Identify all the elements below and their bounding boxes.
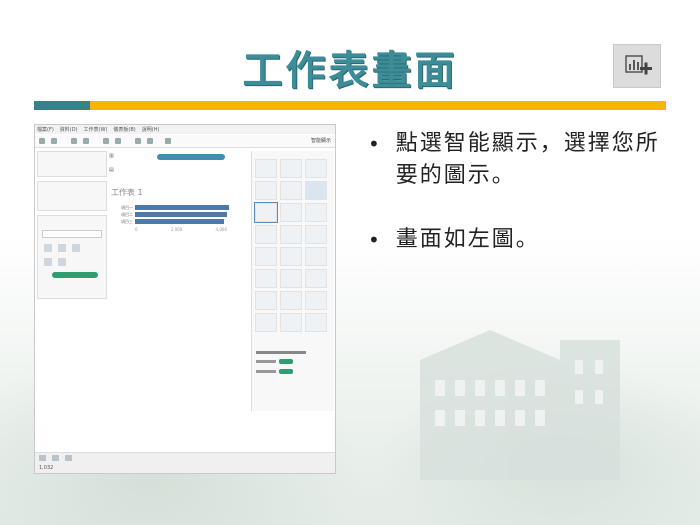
menu-item[interactable]: 說明(H) <box>142 126 160 133</box>
bar-label: 項目一 <box>121 204 133 210</box>
toolbar-icon[interactable] <box>135 138 141 144</box>
bar[interactable] <box>135 205 229 210</box>
menu-item[interactable]: 資料(D) <box>60 126 78 133</box>
status-count: 1,032 <box>39 465 54 471</box>
chart-type-option[interactable] <box>255 225 277 244</box>
chart-type-grid <box>254 159 327 332</box>
measure-pill <box>279 369 293 374</box>
chart-type-option[interactable] <box>254 202 278 223</box>
columns-shelf[interactable]: ▥ <box>109 153 249 162</box>
pages-box <box>37 151 107 177</box>
chart-type-option[interactable] <box>280 313 302 332</box>
new-sheet-icon[interactable] <box>52 455 59 461</box>
chart-type-option[interactable] <box>280 291 302 310</box>
toolbar-icon[interactable] <box>83 138 89 144</box>
chart-type-option[interactable] <box>305 181 327 200</box>
chart-type-option[interactable] <box>280 181 302 200</box>
rows-shelf[interactable]: ▤ <box>109 167 249 176</box>
chart-type-option[interactable] <box>255 181 277 200</box>
rows-label: ▤ <box>109 167 114 173</box>
chart-type-option[interactable] <box>255 291 277 310</box>
show-me-button[interactable]: 智能顯示 <box>311 137 331 144</box>
chart-type-option[interactable] <box>280 159 302 178</box>
measure-pill[interactable] <box>52 272 98 278</box>
tooltip-icon[interactable] <box>58 258 66 266</box>
bar-chart: 項目一 項目二 項目三 <box>109 204 249 225</box>
menu-item[interactable]: 儀表板(B) <box>113 126 135 133</box>
bar[interactable] <box>135 219 225 224</box>
chart-type-option[interactable] <box>255 247 277 266</box>
tableau-screenshot: 檔案(F) 資料(D) 工作表(W) 儀表板(B) 說明(H) 智能顯示 ▥ ▤… <box>34 124 336 474</box>
axis-tick: 2,000 <box>170 227 183 232</box>
bullet-dot-icon: • <box>368 132 380 156</box>
toolbar-icon[interactable] <box>103 138 109 144</box>
chart-type-option[interactable] <box>305 291 327 310</box>
toolbar-icon[interactable] <box>39 138 45 144</box>
chart-type-option[interactable] <box>280 247 302 266</box>
chart-add-icon <box>625 55 652 75</box>
bar[interactable] <box>135 212 227 217</box>
columns-label: ▥ <box>109 153 114 159</box>
bullet-item: • 畫面如左圖。 <box>368 224 668 256</box>
marks-card <box>37 215 107 299</box>
x-axis: 0 2,000 4,000 <box>135 227 227 232</box>
accent-band-right <box>90 101 666 110</box>
chart-type-option[interactable] <box>280 269 302 288</box>
toolbar-icon[interactable] <box>71 138 77 144</box>
chart-type-option[interactable] <box>305 203 327 222</box>
chart-type-option[interactable] <box>305 225 327 244</box>
sheet-title: 工作表 1 <box>111 188 143 197</box>
add-chart-button[interactable] <box>613 44 661 88</box>
chart-type-option[interactable] <box>305 313 327 332</box>
chart-type-option[interactable] <box>255 159 277 178</box>
show-me-hint <box>256 347 306 374</box>
chart-type-option[interactable] <box>305 247 327 266</box>
menu-item[interactable]: 工作表(W) <box>84 126 108 133</box>
toolbar-icon[interactable] <box>165 138 171 144</box>
detail-icon[interactable] <box>44 258 52 266</box>
chart-type-option[interactable] <box>305 159 327 178</box>
toolbar-icon[interactable] <box>147 138 153 144</box>
bullet-item: • 點選智能顯示，選擇您所要的圖示。 <box>368 128 668 192</box>
bar-label: 項目二 <box>121 211 133 217</box>
bullet-text: 點選智能顯示，選擇您所要的圖示。 <box>395 131 660 188</box>
chart-type-option[interactable] <box>255 269 277 288</box>
show-me-panel <box>251 151 334 411</box>
filters-box <box>37 181 107 211</box>
view-canvas: 工作表 1 項目一 項目二 項目三 0 2,000 4,000 <box>109 183 249 453</box>
bullet-dot-icon: • <box>368 228 380 252</box>
dimension-pill <box>279 359 293 364</box>
menu-bar: 檔案(F) 資料(D) 工作表(W) 儀表板(B) 說明(H) <box>35 125 335 134</box>
label-icon[interactable] <box>72 244 80 252</box>
bullet-text: 畫面如左圖。 <box>395 227 540 252</box>
chart-type-option[interactable] <box>255 313 277 332</box>
bullet-list: • 點選智能顯示，選擇您所要的圖示。 • 畫面如左圖。 <box>368 128 668 288</box>
menu-item[interactable]: 檔案(F) <box>37 126 54 133</box>
status-bar: 1,032 <box>35 452 335 473</box>
chart-type-option[interactable] <box>305 269 327 288</box>
bar-row: 項目三 <box>109 218 249 225</box>
color-icon[interactable] <box>44 244 52 252</box>
chart-type-option[interactable] <box>280 203 302 222</box>
toolbar: 智能顯示 <box>35 135 335 148</box>
left-panel <box>37 151 107 435</box>
axis-tick: 0 <box>135 227 138 232</box>
bar-row: 項目一 <box>109 204 249 211</box>
slide-title: 工作表畫面 <box>242 48 458 94</box>
toolbar-icon[interactable] <box>51 138 57 144</box>
mark-type-select[interactable] <box>42 230 102 238</box>
columns-pill[interactable] <box>157 154 225 160</box>
size-icon[interactable] <box>58 244 66 252</box>
bar-row: 項目二 <box>109 211 249 218</box>
chart-type-option[interactable] <box>280 225 302 244</box>
data-source-tab-icon[interactable] <box>39 455 46 461</box>
background-building-image <box>420 330 620 480</box>
bar-label: 項目三 <box>121 218 133 224</box>
toolbar-icon[interactable] <box>115 138 121 144</box>
new-dashboard-icon[interactable] <box>65 455 72 461</box>
axis-tick: 4,000 <box>215 227 227 232</box>
accent-band-left <box>34 101 90 110</box>
